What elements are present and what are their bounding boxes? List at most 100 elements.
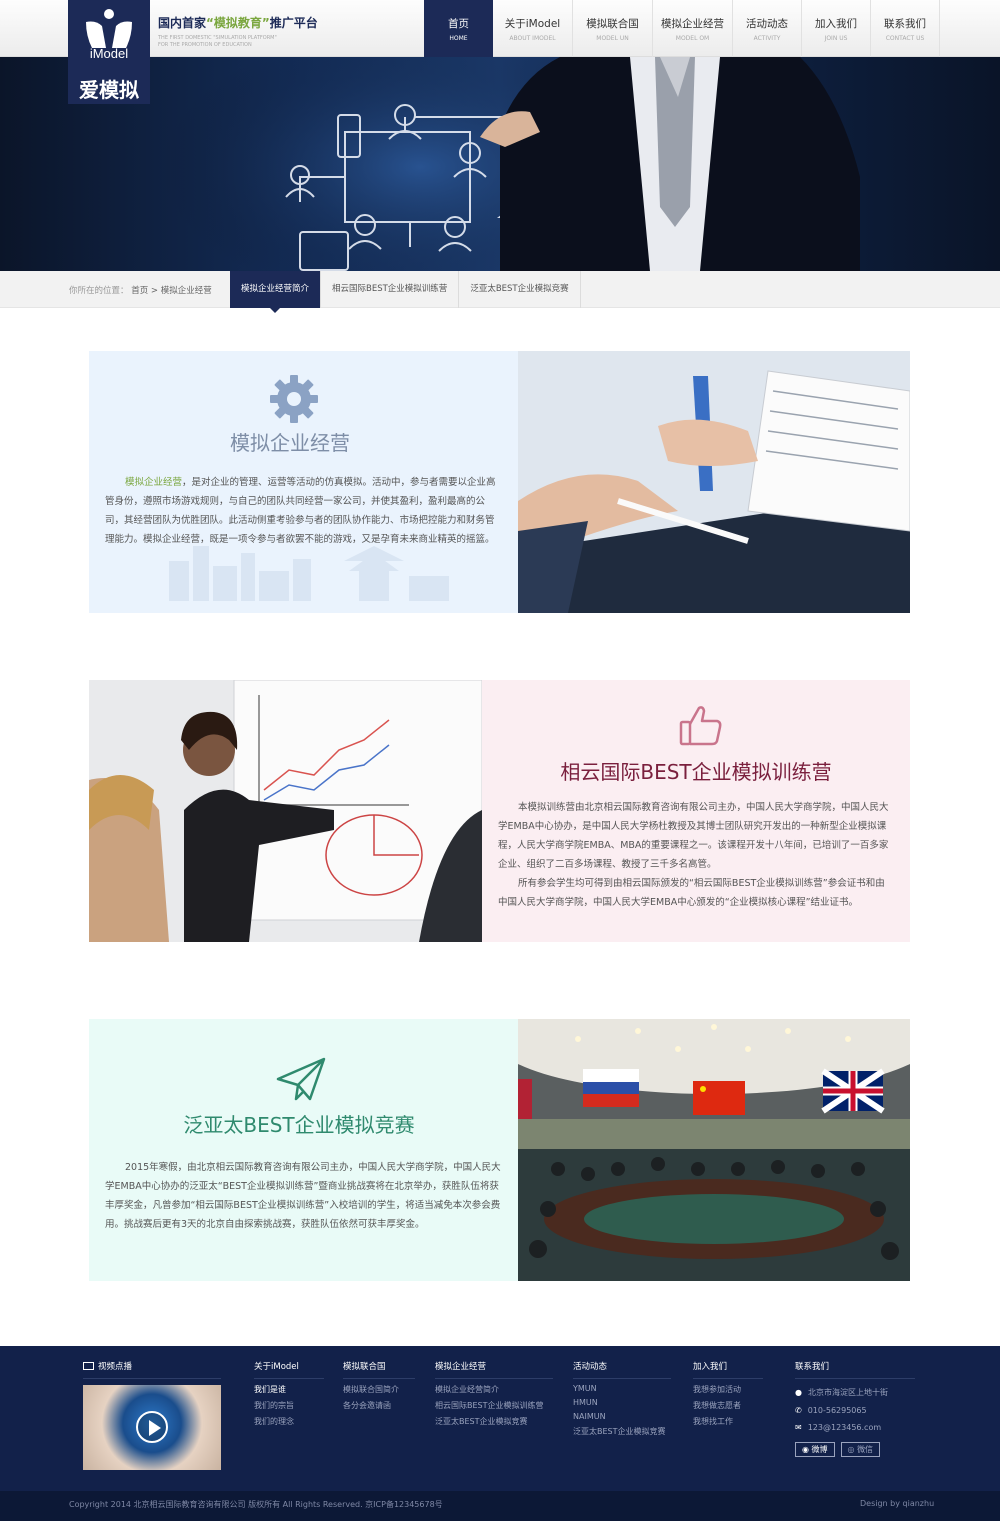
nav-sublabel: MODEL OM xyxy=(675,35,710,42)
handshake-photo xyxy=(518,351,910,613)
section-body-text: 所有参会学生均可得到由相云国际颁发的“相云国际BEST企业模拟训练营”参会证书和… xyxy=(498,878,885,908)
address-text: 北京市海淀区上地十街 xyxy=(807,1388,888,1397)
phone-icon: ✆ xyxy=(795,1406,802,1415)
nav-sublabel: CONTACT US xyxy=(885,35,925,42)
play-icon[interactable] xyxy=(136,1411,168,1443)
nav-item-about[interactable]: 关于iModel ABOUT IMODEL xyxy=(493,0,573,57)
nav-sublabel: HOME xyxy=(449,35,468,42)
footer-col-heading: 模拟联合国 xyxy=(343,1360,415,1379)
footer-col-heading: 联系我们 xyxy=(795,1360,915,1379)
footer-link[interactable]: 泛亚太BEST企业模拟竞赛 xyxy=(435,1416,553,1427)
section-text-box: 模拟企业经营 模拟企业经营，是对企业的管理、运营等活动的仿真模拟。活动中，参与者… xyxy=(89,351,518,613)
wechat-icon: ◎ xyxy=(847,1445,858,1454)
footer-link[interactable]: 泛亚太BEST企业模拟竞赛 xyxy=(573,1426,671,1437)
footer-link[interactable]: 我想找工作 xyxy=(693,1416,763,1427)
nav-label: 首页 xyxy=(448,18,469,30)
footer-link[interactable]: 各分会邀请函 xyxy=(343,1400,415,1411)
footer-link[interactable]: 我想做志愿者 xyxy=(693,1400,763,1411)
footer-link[interactable]: NAIMUN xyxy=(573,1412,671,1421)
section-best-camp: 相云国际BEST企业模拟训练营 本模拟训练营由北京相云国际教育咨询有限公司主办，… xyxy=(89,680,910,942)
copyright-text: Copyright 2014 北京相云国际教育咨询有限公司 版权所有 All R… xyxy=(69,1500,443,1509)
main-nav: 首页 HOME 关于iModel ABOUT IMODEL 模拟联合国 MODEL U… xyxy=(424,0,940,57)
slogan-post: 推广平台 xyxy=(269,16,318,30)
slogan-en-line2: FOR THE PROMOTION OF EDUCATION xyxy=(158,42,252,48)
phone-text: 010-56295065 xyxy=(807,1406,867,1415)
slogan-en-line1: THE FIRST DOMESTIC "SIMULATION PLATFORM" xyxy=(158,35,277,41)
tab-om-intro[interactable]: 模拟企业经营简介 xyxy=(230,271,322,313)
site-logo[interactable]: iModel 爱模拟 xyxy=(68,0,150,104)
nav-sublabel: MODEL UN xyxy=(596,35,629,42)
nav-item-contact[interactable]: 联系我们 CONTACT US xyxy=(871,0,940,57)
email-text: 123@123456.com xyxy=(807,1423,882,1432)
logo-brand: iModel xyxy=(89,46,129,61)
section-body: 2015年寒假，由北京相云国际教育咨询有限公司主办，中国人民大学商学院，中国人民… xyxy=(105,1158,501,1234)
footer-link[interactable]: 我们的理念 xyxy=(254,1416,324,1427)
weibo-button[interactable]: ◉ 微博 xyxy=(795,1442,835,1457)
footer-col-model-un: 模拟联合国 模拟联合国简介 各分会邀请函 xyxy=(343,1360,415,1411)
section-text-box: 泛亚太BEST企业模拟竞赛 2015年寒假，由北京相云国际教育咨询有限公司主办，… xyxy=(89,1019,518,1281)
banner-network-illustration xyxy=(160,57,860,271)
conference-hall-illustration xyxy=(518,1019,910,1281)
video-thumbnail[interactable] xyxy=(83,1385,221,1470)
footer-col-heading: 关于iModel xyxy=(254,1360,324,1379)
tab-best-camp[interactable]: 相云国际BEST企业模拟训练营 xyxy=(321,271,460,308)
breadcrumb-path[interactable]: 首页 > 模拟企业经营 xyxy=(131,286,212,296)
slogan-pre: 国内首家 xyxy=(158,16,207,30)
thumbs-up-icon xyxy=(679,706,722,746)
contact-email[interactable]: ✉ 123@123456.com xyxy=(795,1423,915,1432)
nav-item-home[interactable]: 首页 HOME xyxy=(424,0,493,57)
designer-credit: Design by qianzhu xyxy=(860,1499,935,1508)
nav-label: 活动动态 xyxy=(746,18,788,30)
footer-col-heading: 活动动态 xyxy=(573,1360,671,1379)
paper-plane-icon xyxy=(276,1057,326,1101)
nav-item-model-om[interactable]: 模拟企业经营 MODEL OM xyxy=(653,0,733,57)
presentation-photo xyxy=(89,680,482,942)
slogan: 国内首家“模拟教育”推广平台 THE FIRST DOMESTIC "SIMUL… xyxy=(158,14,328,49)
hero-banner xyxy=(0,57,1000,271)
footer-video-title: 视频点播 xyxy=(98,1362,133,1372)
footer-col-about: 关于iModel 我们是谁 我们的宗旨 我们的理念 xyxy=(254,1360,324,1427)
slogan-highlight: “模拟教育” xyxy=(206,16,270,30)
footer-link[interactable]: 我们的宗旨 xyxy=(254,1400,324,1411)
conference-photo xyxy=(518,1019,910,1281)
section-body-para1: 本模拟训练营由北京相云国际教育咨询有限公司主办，中国人民大学商学院，中国人民大学… xyxy=(498,798,890,874)
footer-col-join: 加入我们 我想参加活动 我想做志愿者 我想找工作 xyxy=(693,1360,763,1427)
footer-link[interactable]: YMUN xyxy=(573,1384,671,1393)
footer-col-activity: 活动动态 YMUN HMUN NAIMUN 泛亚太BEST企业模拟竞赛 xyxy=(573,1360,671,1437)
nav-label: 模拟联合国 xyxy=(586,18,639,30)
footer-link[interactable]: 我想参加活动 xyxy=(693,1384,763,1395)
tab-best-competition[interactable]: 泛亚太BEST企业模拟竞赛 xyxy=(459,271,581,308)
nav-sublabel: ACTIVITY xyxy=(753,35,781,42)
presenter-whiteboard-illustration xyxy=(89,680,482,942)
weixin-button[interactable]: ◎ 微信 xyxy=(840,1442,881,1457)
section-title: 泛亚太BEST企业模拟竞赛 xyxy=(183,1113,415,1137)
footer-video-heading: 视频点播 xyxy=(83,1360,221,1379)
contact-address: ● 北京市海淀区上地十街 xyxy=(795,1387,915,1398)
breadcrumb-bar: 你所在的位置： 首页 > 模拟企业经营 模拟企业经营简介 相云国际BEST企业模… xyxy=(0,271,1000,313)
nav-item-activity[interactable]: 活动动态 ACTIVITY xyxy=(733,0,802,57)
nav-sublabel: JOIN US xyxy=(824,35,848,42)
footer-video: 视频点播 xyxy=(83,1360,221,1470)
copyright-bar: Copyright 2014 北京相云国际教育咨询有限公司 版权所有 All R… xyxy=(0,1491,1000,1521)
nav-item-model-un[interactable]: 模拟联合国 MODEL UN xyxy=(573,0,653,57)
logo-figure-icon xyxy=(86,9,132,48)
nav-label: 加入我们 xyxy=(815,18,857,30)
nav-label: 关于iModel xyxy=(504,18,561,30)
section-best-competition: 泛亚太BEST企业模拟竞赛 2015年寒假，由北京相云国际教育咨询有限公司主办，… xyxy=(89,1019,910,1281)
breadcrumb: 你所在的位置： 首页 > 模拟企业经营 xyxy=(69,284,212,296)
weibo-icon: ◉ xyxy=(802,1445,812,1454)
section-body-para2: 所有参会学生均可得到由相云国际颁发的“相云国际BEST企业模拟训练营”参会证书和… xyxy=(498,874,890,912)
footer-link[interactable]: 模拟企业经营简介 xyxy=(435,1384,553,1395)
footer-link[interactable]: 相云国际BEST企业模拟训练营 xyxy=(435,1400,553,1411)
mail-icon: ✉ xyxy=(795,1423,802,1432)
nav-item-join[interactable]: 加入我们 JOIN US xyxy=(802,0,871,57)
footer-link[interactable]: 我们是谁 xyxy=(254,1384,324,1395)
footer-link[interactable]: 模拟联合国简介 xyxy=(343,1384,415,1395)
nav-label: 模拟企业经营 xyxy=(661,18,724,30)
section-body: 本模拟训练营由北京相云国际教育咨询有限公司主办，中国人民大学商学院，中国人民大学… xyxy=(498,798,890,912)
footer-link[interactable]: HMUN xyxy=(573,1398,671,1407)
nav-label: 联系我们 xyxy=(884,18,926,30)
footer-col-heading: 模拟企业经营 xyxy=(435,1360,553,1379)
site-footer: 视频点播 关于iModel 我们是谁 我们的宗旨 我们的理念 模拟联合国 模拟联… xyxy=(0,1346,1000,1491)
breadcrumb-prefix: 你所在的位置： xyxy=(69,286,129,296)
